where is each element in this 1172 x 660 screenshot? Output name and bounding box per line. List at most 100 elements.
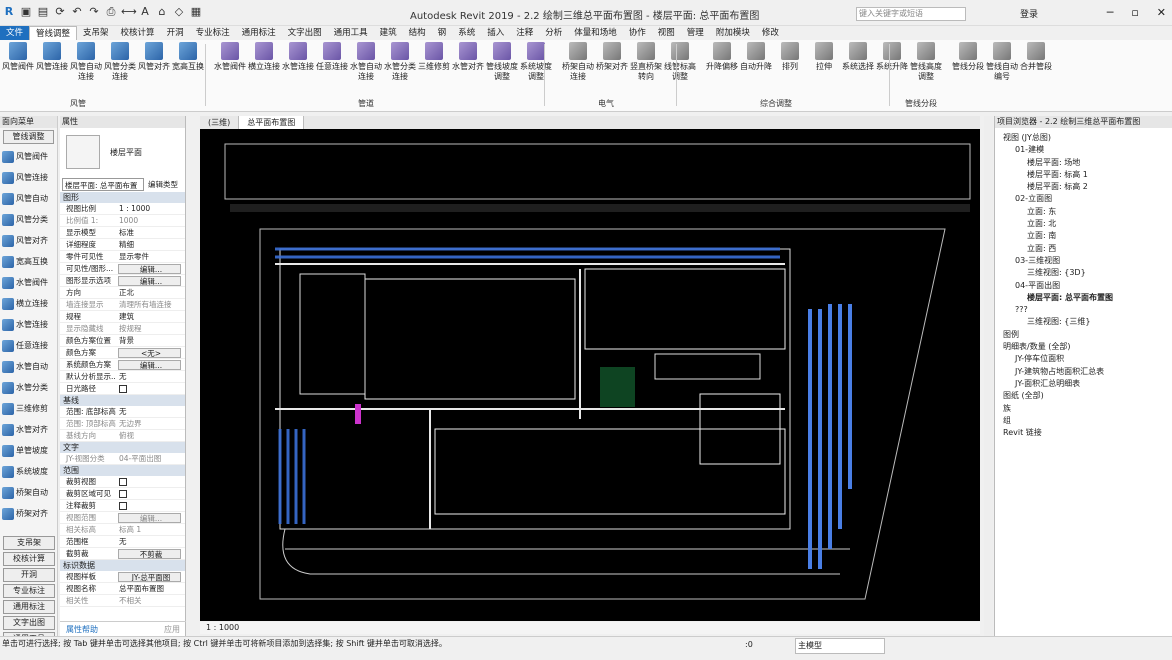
3d-view-icon[interactable]: ⌂ bbox=[155, 5, 169, 19]
ribbon-button-10[interactable]: 水管自动连接 bbox=[349, 42, 383, 81]
sync-icon[interactable]: ⟳ bbox=[53, 5, 67, 19]
search-input[interactable]: 键入关键字或短语 bbox=[856, 7, 966, 21]
ribbon-button-26[interactable]: 管线高度调整 bbox=[909, 42, 943, 81]
property-group-header[interactable]: 范围 bbox=[60, 465, 185, 476]
ribbon-button-8[interactable]: 水管连接 bbox=[281, 42, 315, 72]
palette-item[interactable]: 水管自动 bbox=[0, 356, 57, 377]
ribbon-button-6[interactable]: 水管阀件 bbox=[213, 42, 247, 72]
palette-item[interactable]: 任意连接 bbox=[0, 335, 57, 356]
view-selector-dropdown[interactable]: 楼层平面: 总平面布置 bbox=[62, 177, 144, 191]
palette-item[interactable]: 风管对齐 bbox=[0, 230, 57, 251]
property-value[interactable]: 精细 bbox=[116, 239, 185, 250]
tab-6[interactable]: 通用标注 bbox=[236, 26, 282, 40]
browser-node[interactable]: 01-建模 bbox=[995, 144, 1172, 156]
ribbon-button-15[interactable]: 系统坡度调整 bbox=[519, 42, 553, 81]
ribbon-button-14[interactable]: 管线坡度调整 bbox=[485, 42, 519, 81]
browser-node[interactable]: 楼层平面: 标高 1 bbox=[995, 169, 1172, 181]
palette-bottom-button[interactable]: 支吊架 bbox=[3, 536, 55, 550]
palette-item[interactable]: 三维修剪 bbox=[0, 398, 57, 419]
model-selector[interactable]: 主模型 bbox=[795, 638, 885, 654]
vertical-scrollbar[interactable] bbox=[984, 116, 993, 636]
apply-button[interactable]: 应用 bbox=[164, 624, 180, 634]
palette-item[interactable]: 风管阀件 bbox=[0, 146, 57, 167]
tab-21[interactable]: 修改 bbox=[756, 26, 785, 40]
drawing-canvas[interactable] bbox=[200, 129, 980, 621]
section-icon[interactable]: ◇ bbox=[172, 5, 186, 19]
browser-node[interactable]: 明细表/数量 (全部) bbox=[995, 341, 1172, 353]
ribbon-button-11[interactable]: 水管分类连接 bbox=[383, 42, 417, 81]
palette-item[interactable]: 宽高互换 bbox=[0, 251, 57, 272]
property-value[interactable]: 编辑... bbox=[118, 264, 181, 274]
ribbon-button-29[interactable]: 合并管段 bbox=[1019, 42, 1053, 72]
tab-19[interactable]: 管理 bbox=[681, 26, 710, 40]
property-checkbox[interactable] bbox=[116, 383, 185, 394]
browser-node[interactable]: 族 bbox=[995, 403, 1172, 415]
ribbon-button-19[interactable]: 线管标高调整 bbox=[663, 42, 697, 81]
property-value[interactable]: 不剪裁 bbox=[118, 549, 181, 559]
ribbon-button-7[interactable]: 横立连接 bbox=[247, 42, 281, 72]
ribbon-button-20[interactable]: 升降偏移 bbox=[705, 42, 739, 72]
ribbon-button-4[interactable]: 风管对齐 bbox=[137, 42, 171, 72]
ribbon-button-17[interactable]: 桥架对齐 bbox=[595, 42, 629, 72]
palette-item[interactable]: 横立连接 bbox=[0, 293, 57, 314]
browser-node[interactable]: 02-立面图 bbox=[995, 193, 1172, 205]
palette-item[interactable]: 桥架自动 bbox=[0, 482, 57, 503]
checkbox-icon[interactable] bbox=[119, 478, 127, 486]
tab-14[interactable]: 注释 bbox=[510, 26, 539, 40]
palette-item[interactable]: 水管阀件 bbox=[0, 272, 57, 293]
browser-node[interactable]: 组 bbox=[995, 415, 1172, 427]
ribbon-button-23[interactable]: 拉伸 bbox=[807, 42, 841, 72]
browser-node[interactable]: 立面: 东 bbox=[995, 206, 1172, 218]
login-button[interactable]: 登录 bbox=[1020, 7, 1038, 20]
ribbon-button-18[interactable]: 竖直桥架转向 bbox=[629, 42, 663, 81]
property-value[interactable]: 1 : 1000 bbox=[116, 203, 185, 214]
tab-8[interactable]: 通用工具 bbox=[328, 26, 374, 40]
tab-15[interactable]: 分析 bbox=[539, 26, 568, 40]
palette-bottom-button[interactable]: 专业标注 bbox=[3, 584, 55, 598]
browser-node[interactable]: 楼层平面: 场地 bbox=[995, 157, 1172, 169]
ribbon-button-3[interactable]: 风管分类连接 bbox=[103, 42, 137, 81]
tab-4[interactable]: 开洞 bbox=[161, 26, 190, 40]
property-group-header[interactable]: 文字 bbox=[60, 442, 185, 453]
property-value[interactable]: 显示零件 bbox=[116, 251, 185, 262]
revit-logo-icon[interactable]: R bbox=[2, 5, 16, 19]
text-icon[interactable]: A bbox=[138, 5, 152, 19]
palette-item[interactable]: 桥架对齐 bbox=[0, 503, 57, 524]
palette-item[interactable]: 风管自动 bbox=[0, 188, 57, 209]
ribbon-button-25[interactable]: 系统升降 bbox=[875, 42, 909, 72]
close-icon[interactable]: ✕ bbox=[1157, 6, 1166, 19]
browser-node[interactable]: 楼层平面: 总平面布置图 bbox=[995, 292, 1172, 304]
checkbox-icon[interactable] bbox=[119, 385, 127, 393]
tab-3[interactable]: 校核计算 bbox=[115, 26, 161, 40]
tab-7[interactable]: 文字出图 bbox=[282, 26, 328, 40]
property-value[interactable]: 背景 bbox=[116, 335, 185, 346]
palette-bottom-button[interactable]: 通用标注 bbox=[3, 600, 55, 614]
tab-0[interactable]: 文件 bbox=[0, 26, 30, 40]
properties-help-link[interactable]: 属性帮助 bbox=[66, 624, 98, 634]
property-value[interactable]: 编辑... bbox=[118, 276, 181, 286]
tab-9[interactable]: 建筑 bbox=[374, 26, 403, 40]
property-value[interactable]: 无 bbox=[116, 371, 185, 382]
tab-1[interactable]: 管线调整 bbox=[29, 26, 78, 40]
ribbon-button-27[interactable]: 管线分段 bbox=[951, 42, 985, 72]
tab-18[interactable]: 视图 bbox=[652, 26, 681, 40]
ribbon-button-22[interactable]: 排列 bbox=[773, 42, 807, 72]
browser-node[interactable]: Revit 链接 bbox=[995, 427, 1172, 439]
palette-item[interactable]: 单管坡度 bbox=[0, 440, 57, 461]
ribbon-button-9[interactable]: 任意连接 bbox=[315, 42, 349, 72]
browser-node[interactable]: 立面: 南 bbox=[995, 230, 1172, 242]
property-checkbox[interactable] bbox=[116, 476, 185, 487]
ribbon-button-24[interactable]: 系统选择 bbox=[841, 42, 875, 72]
palette-bottom-button[interactable]: 开洞 bbox=[3, 568, 55, 582]
browser-node[interactable]: 三维视图: {3D} bbox=[995, 267, 1172, 279]
ribbon-button-2[interactable]: 风管自动连接 bbox=[69, 42, 103, 81]
checkbox-icon[interactable] bbox=[119, 490, 127, 498]
browser-node[interactable]: 03-三维视图 bbox=[995, 255, 1172, 267]
ribbon-button-16[interactable]: 桥架自动连接 bbox=[561, 42, 595, 81]
property-group-header[interactable]: 图形 bbox=[60, 192, 185, 203]
property-value[interactable]: 编辑... bbox=[118, 360, 181, 370]
property-checkbox[interactable] bbox=[116, 488, 185, 499]
palette-item[interactable]: 水管连接 bbox=[0, 314, 57, 335]
view-tab[interactable]: (三维) bbox=[200, 116, 240, 129]
palette-item[interactable]: 水管对齐 bbox=[0, 419, 57, 440]
